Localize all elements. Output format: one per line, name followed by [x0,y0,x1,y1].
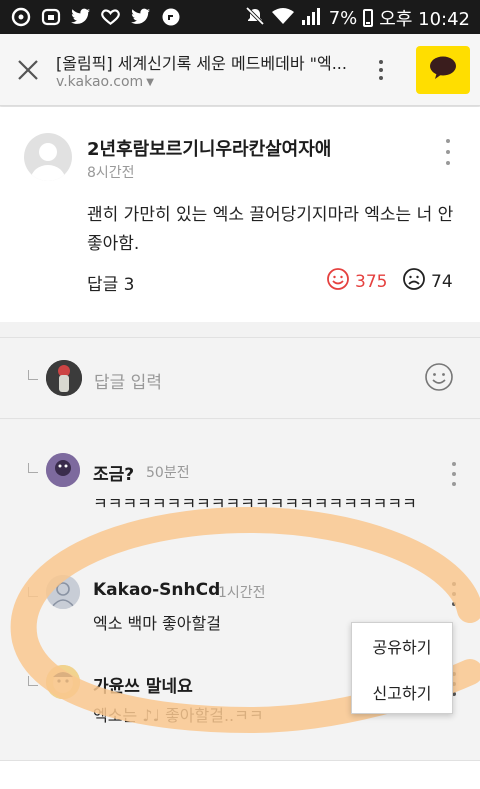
battery-percent: 7% [328,7,358,29]
avatar[interactable] [24,133,72,181]
close-icon[interactable] [14,56,42,84]
heart-link-icon [100,6,121,27]
next-comment-card [0,760,480,789]
reply-input-row: 답글 입력 [0,337,480,419]
reply-time: 1시간전 [218,585,266,601]
frown-icon [402,267,426,296]
comment-body: 괜히 가만히 있는 엑소 끌어당기지마라 엑소는 너 안좋아함. [87,205,454,254]
reply-indent-icon [28,587,38,597]
reply-context-menu: 공유하기 신고하기 [351,622,453,714]
reply-text: ㅋㅋㅋㅋㅋㅋㅋㅋㅋㅋㅋㅋㅋㅋㅋㅋㅋㅋㅋㅋㅋㅋ [93,494,417,513]
mute-icon [245,6,265,31]
reply-author[interactable]: 조금? [93,460,134,485]
more-vert-icon[interactable] [446,139,450,165]
report-menu-item[interactable]: 신고하기 [352,669,452,715]
app-notification-icon [10,6,31,27]
reply-indent-icon [28,463,38,473]
page-title: [올림픽] 세계신기록 세운 메드베데바 "엑... [56,54,347,73]
avatar[interactable] [46,665,80,699]
smile-icon [326,267,350,296]
twitter-icon [70,6,91,27]
more-vert-icon[interactable] [452,462,456,486]
reply-indent-icon [28,370,38,380]
signal-icon [301,6,323,31]
more-vert-icon[interactable] [370,56,392,84]
reply-author[interactable]: Kakao-SnhCd [93,580,220,600]
status-bar: 7% 오후 10:42 [0,0,480,34]
twitter-icon-2 [130,6,151,27]
reply-indent-icon [28,676,38,686]
reply-text: 엑소 백마 좋아할걸 [93,614,221,633]
system-status: 7% 오후 10:42 [245,5,470,31]
reply-text: 엑소는 ♪♩ 좋아할걸..ㅋㅋ [93,706,264,725]
avatar [46,360,82,396]
reply-time: 50분전 [146,465,190,481]
reply-author[interactable]: 가윤쓰 말네요 [93,672,203,697]
avatar[interactable] [46,575,80,609]
page-url[interactable]: v.kakao.com ▼ [56,74,154,90]
reply-input[interactable]: 답글 입력 [94,368,162,393]
dislike-count: 74 [431,271,453,292]
talk-notification-icon [40,6,61,27]
cafe-notification-icon [160,6,181,27]
wifi-icon [271,6,295,31]
emoji-icon[interactable] [424,362,454,396]
comment-card: 2년후람보르기니우라칸살여자애 8시간전 괜히 가만히 있는 엑소 끌어당기지마… [0,107,480,322]
kakao-talk-icon [428,55,458,85]
page-url-text: v.kakao.com [56,74,144,90]
comment-time: 8시간전 [87,165,135,181]
clock: 오후 10:42 [379,9,470,30]
battery-icon [363,9,374,27]
share-menu-item[interactable]: 공유하기 [352,623,452,669]
kakao-talk-share-button[interactable] [416,46,470,94]
chevron-down-icon: ▼ [146,76,154,88]
replies-toggle[interactable]: 답글 3 [87,270,135,295]
avatar[interactable] [46,453,80,487]
dislike-button[interactable]: 74 [402,267,453,296]
like-button[interactable]: 375 [326,267,387,296]
browser-toolbar: [올림픽] 세계신기록 세운 메드베데바 "엑... v.kakao.com ▼ [0,34,480,106]
like-count: 375 [355,271,388,292]
more-vert-icon[interactable] [452,582,456,606]
comment-author[interactable]: 2년후람보르기니우라칸살여자애 [87,135,331,161]
notification-icons [10,6,181,27]
